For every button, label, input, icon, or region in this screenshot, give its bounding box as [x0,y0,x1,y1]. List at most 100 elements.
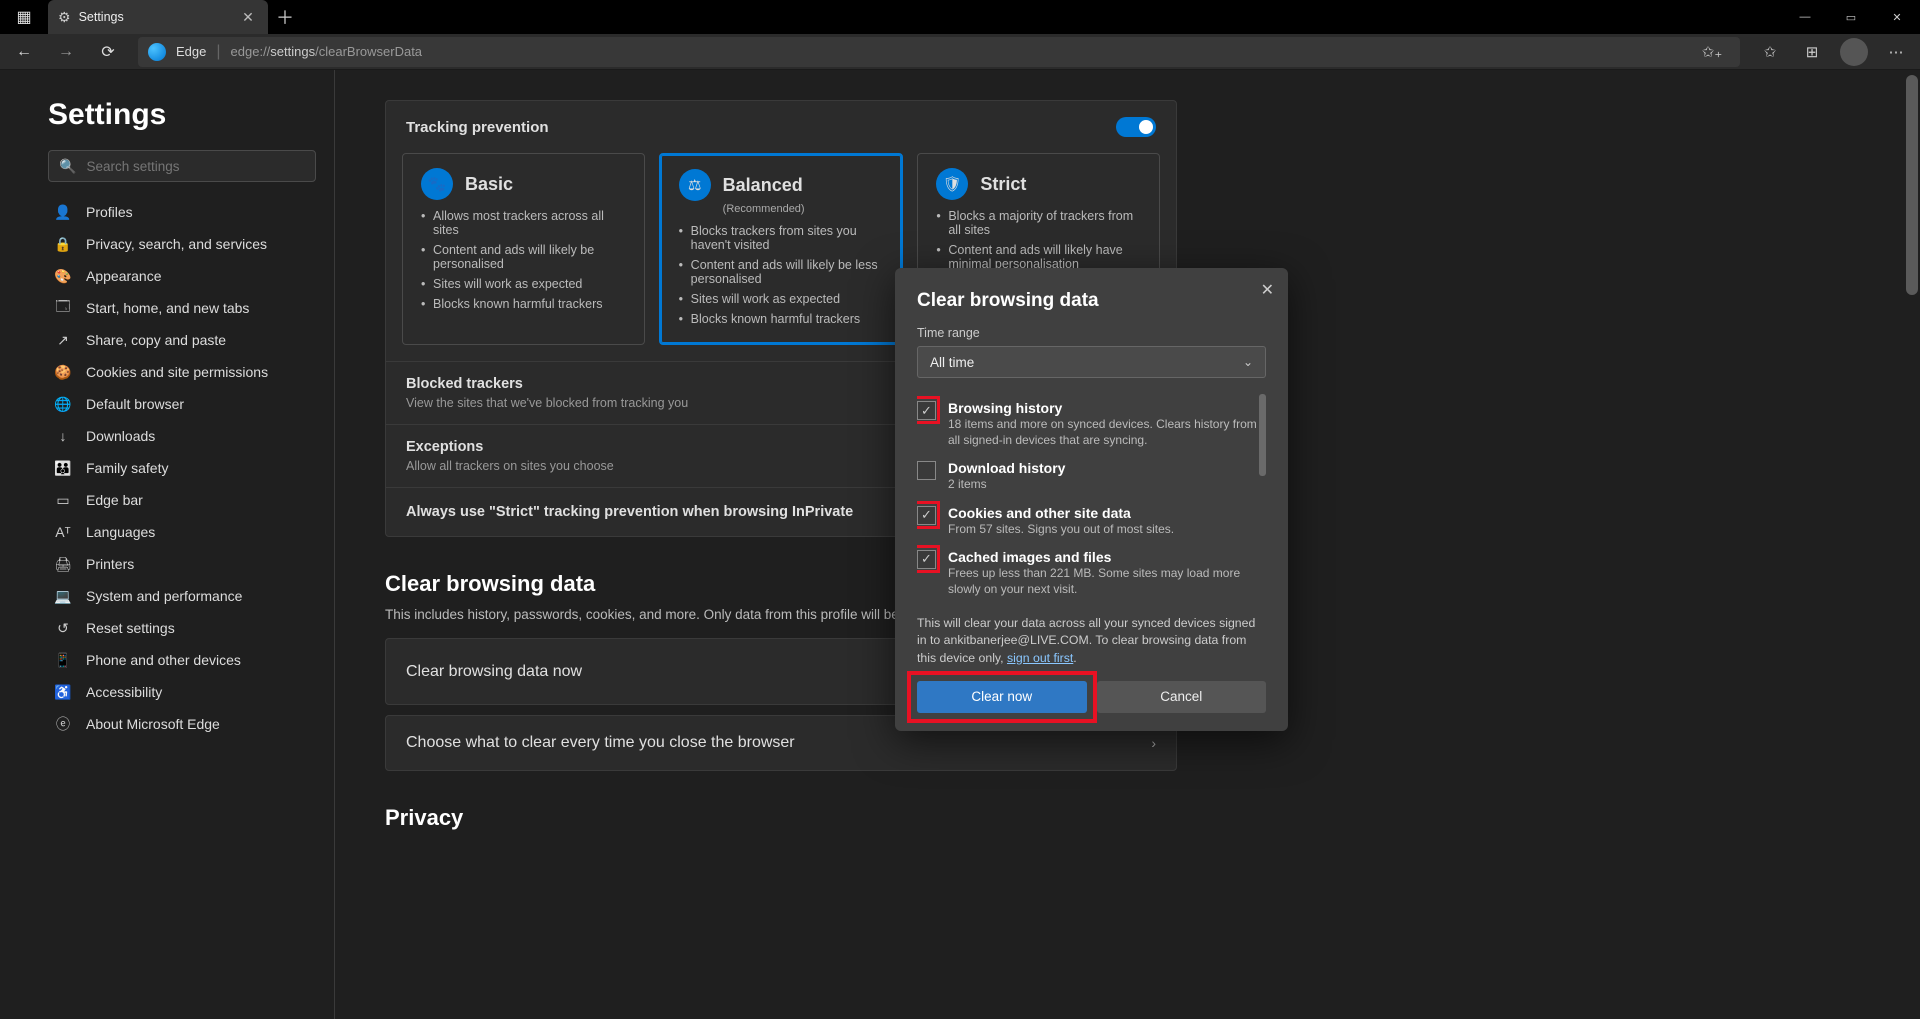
sidebar-item[interactable]: ↓ Downloads [48,420,316,452]
sign-out-link[interactable]: sign out first [1007,651,1073,665]
sidebar-item[interactable]: ▭ Edge bar [48,484,316,516]
nav-label: Start, home, and new tabs [86,300,249,316]
new-tab-button[interactable]: ＋ [268,4,302,30]
nav-icon: ↓ [54,428,72,444]
basic-icon: 🐾 [421,168,453,200]
nav-icon: ♿ [54,684,72,701]
nav-label: Phone and other devices [86,652,241,668]
sidebar-item[interactable]: 🖨 Printers [48,548,316,580]
cancel-button[interactable]: Cancel [1097,681,1267,713]
tracking-basic-option[interactable]: 🐾Basic Allows most trackers across all s… [402,153,645,345]
url-text: edge://settings/clearBrowserData [231,44,423,59]
nav-label: Family safety [86,460,168,476]
search-input[interactable] [86,159,305,174]
dialog-close-icon[interactable]: ✕ [1261,280,1274,300]
nav-icon: 💻 [54,588,72,605]
nav-icon: ↗ [54,332,72,349]
page-scrollbar[interactable] [1906,75,1918,1014]
sidebar-item[interactable]: 👤Profiles [48,196,316,228]
close-tab-icon[interactable]: ✕ [238,9,258,26]
nav-label: Accessibility [86,684,162,700]
privacy-heading: Privacy [385,805,1920,831]
tracking-toggle[interactable] [1116,117,1156,137]
sidebar-item[interactable]: ↺Reset settings [48,612,316,644]
settings-heading: Settings [48,98,316,132]
sidebar-item[interactable]: 🔒Privacy, search, and services [48,228,316,260]
nav-icon: ⓔ [54,714,72,734]
sidebar-item[interactable]: ♿ Accessibility [48,676,316,708]
nav-label: Cookies and site permissions [86,364,268,380]
back-button[interactable]: ← [6,36,42,68]
nav-icon: 🎨 [54,268,72,285]
search-icon: 🔍 [59,158,76,175]
dialog-data-item[interactable]: Cached images and filesFrees up less tha… [917,543,1266,603]
nav-icon: 🖨 [54,556,72,573]
checkbox[interactable] [917,550,936,569]
nav-label: Edge bar [86,492,143,508]
favorites-icon[interactable]: ✩ [1752,36,1788,68]
sidebar-item[interactable]: 🍪 Cookies and site permissions [48,356,316,388]
nav-icon: 📱 [54,652,72,669]
nav-label: Default browser [86,396,184,412]
strict-icon: 🛡 [936,168,968,200]
chevron-down-icon: ⌄ [1243,355,1253,369]
nav-icon: Aᵀ [54,524,72,540]
sidebar-item[interactable]: 🎨 Appearance [48,260,316,292]
sidebar-item[interactable]: ⓔAbout Microsoft Edge [48,708,316,740]
edge-icon [148,43,166,61]
maximize-button[interactable]: ▭ [1828,0,1874,34]
address-bar[interactable]: Edge | edge://settings/clearBrowserData … [138,37,1740,67]
tab-actions-icon[interactable]: ▦ [0,0,48,34]
minimize-button[interactable]: — [1782,0,1828,34]
nav-icon: 🔒 [54,236,72,253]
checkbox[interactable] [917,506,936,525]
nav-label: Languages [86,524,155,540]
balanced-icon: ⚖ [679,169,711,201]
checkbox[interactable] [917,401,936,420]
sidebar-item[interactable]: 📱 Phone and other devices [48,644,316,676]
clear-now-button[interactable]: Clear now [917,681,1087,713]
profile-avatar[interactable] [1840,38,1868,66]
window-close-button[interactable]: ✕ [1874,0,1920,34]
nav-icon: 🍪 [54,364,72,381]
sidebar-item[interactable]: 💻 System and performance [48,580,316,612]
chevron-right-icon: › [1151,735,1156,751]
sidebar-item[interactable]: ↗ Share, copy and paste [48,324,316,356]
nav-label: Reset settings [86,620,175,636]
nav-icon: 🗔 [54,296,72,320]
reload-button[interactable]: ⟳ [90,36,126,68]
dialog-scrollbar[interactable] [1259,394,1266,476]
nav-icon: ▭ [54,492,72,509]
nav-icon: 👪 [54,460,72,477]
star-add-icon[interactable]: ✩₊ [1694,36,1730,68]
nav-label: Share, copy and paste [86,332,226,348]
tab-title: Settings [79,10,230,24]
browser-tab[interactable]: ⚙ Settings ✕ [48,0,268,34]
sidebar-item[interactable]: 🗔 Start, home, and new tabs [48,292,316,324]
more-menu-icon[interactable]: ⋯ [1878,36,1914,68]
dialog-note: This will clear your data across all you… [917,615,1266,667]
dialog-data-item[interactable]: Browsing history18 items and more on syn… [917,394,1266,454]
settings-sidebar: Settings 🔍 👤Profiles🔒Privacy, search, an… [0,70,335,1019]
nav-icon: 🌐 [54,396,72,413]
tracking-balanced-option[interactable]: ⚖Balanced (Recommended) Blocks trackers … [659,153,904,345]
dialog-data-item[interactable]: Cookies and other site dataFrom 57 sites… [917,499,1266,543]
sidebar-item[interactable]: Aᵀ Languages [48,516,316,548]
dialog-title: Clear browsing data [917,290,1266,312]
nav-label: System and performance [86,588,242,604]
nav-label: Printers [86,556,134,572]
collections-icon[interactable]: ⊞ [1794,36,1830,68]
checkbox[interactable] [917,461,936,480]
clear-browsing-data-dialog: ✕ Clear browsing data Time range All tim… [895,268,1288,731]
tracking-header: Tracking prevention [406,119,549,136]
nav-label: Downloads [86,428,155,444]
time-range-select[interactable]: All time ⌄ [917,346,1266,378]
nav-label: Appearance [86,268,162,284]
nav-icon: 👤 [54,204,72,221]
time-range-label: Time range [917,326,1266,340]
search-settings-box[interactable]: 🔍 [48,150,316,182]
sidebar-item[interactable]: 👪 Family safety [48,452,316,484]
forward-button: → [48,36,84,68]
dialog-data-item[interactable]: Download history2 items [917,454,1266,498]
sidebar-item[interactable]: 🌐 Default browser [48,388,316,420]
